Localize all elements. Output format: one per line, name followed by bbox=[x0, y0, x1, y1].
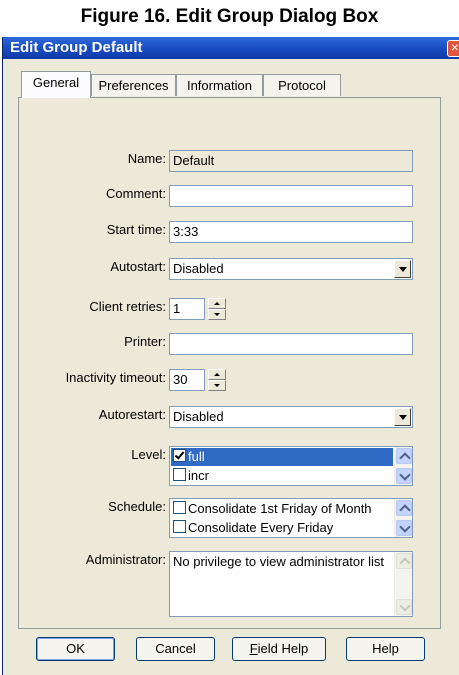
schedule-label: Schedule: bbox=[108, 499, 166, 514]
name-field: Default bbox=[169, 150, 413, 172]
list-item-label: Consolidate 1st Friday of Month bbox=[188, 501, 372, 516]
spin-up-icon[interactable] bbox=[208, 298, 226, 309]
close-icon: ✕ bbox=[450, 43, 459, 54]
tab-information[interactable]: Information bbox=[176, 74, 263, 96]
level-listbox[interactable]: full incr bbox=[169, 446, 413, 486]
field-help-label: ield Help bbox=[257, 641, 309, 656]
list-item[interactable]: Consolidate Every Friday bbox=[171, 519, 393, 537]
list-item-label: Consolidate Every Friday bbox=[188, 520, 334, 535]
start-time-input[interactable]: 3:33 bbox=[169, 221, 413, 243]
tab-protocol[interactable]: Protocol bbox=[263, 74, 341, 96]
field-help-button[interactable]: Field Help bbox=[232, 637, 326, 661]
inactivity-timeout-input[interactable]: 30 bbox=[169, 369, 205, 391]
printer-label: Printer: bbox=[124, 334, 166, 349]
scroll-down-icon[interactable] bbox=[396, 468, 412, 484]
list-item[interactable]: incr bbox=[171, 467, 393, 485]
tab-information-label: Information bbox=[186, 78, 253, 93]
administrator-textarea[interactable]: No privilege to view administrator list bbox=[169, 551, 413, 617]
comment-input[interactable] bbox=[169, 185, 413, 207]
schedule-scrollbar[interactable] bbox=[394, 499, 412, 537]
tab-preferences[interactable]: Preferences bbox=[91, 74, 176, 96]
autostart-select[interactable]: Disabled bbox=[169, 258, 413, 280]
start-time-label: Start time: bbox=[106, 222, 166, 237]
chevron-down-icon[interactable] bbox=[394, 408, 411, 426]
list-item[interactable]: full bbox=[171, 448, 393, 466]
help-button[interactable]: Help bbox=[346, 637, 425, 661]
scroll-down-icon[interactable] bbox=[396, 599, 412, 615]
schedule-listbox[interactable]: Consolidate 1st Friday of Month Consolid… bbox=[169, 498, 413, 538]
list-item[interactable]: Consolidate 1st Friday of Month bbox=[171, 500, 393, 518]
chevron-down-icon[interactable] bbox=[394, 260, 411, 278]
figure-caption: Figure 16. Edit Group Dialog Box bbox=[80, 6, 379, 27]
autorestart-select[interactable]: Disabled bbox=[169, 406, 413, 428]
tab-general-label: General bbox=[32, 75, 80, 90]
checkbox-icon[interactable] bbox=[173, 501, 186, 514]
scroll-up-icon[interactable] bbox=[396, 500, 412, 516]
general-panel: Name: Default Comment: Start time: 3:33 … bbox=[18, 97, 441, 629]
client-retries-label: Client retries: bbox=[89, 299, 166, 314]
spin-down-icon[interactable] bbox=[208, 309, 226, 320]
printer-input[interactable] bbox=[169, 333, 413, 355]
level-label: Level: bbox=[131, 447, 166, 462]
checkbox-icon[interactable] bbox=[173, 468, 186, 481]
ok-button[interactable]: OK bbox=[36, 637, 115, 661]
tab-preferences-label: Preferences bbox=[98, 78, 169, 93]
tab-general[interactable]: General bbox=[21, 71, 91, 98]
name-label: Name: bbox=[127, 151, 166, 166]
cancel-button[interactable]: Cancel bbox=[136, 637, 215, 661]
list-item-label: full bbox=[188, 449, 205, 464]
inactivity-timeout-stepper[interactable] bbox=[208, 369, 226, 391]
checkbox-icon[interactable] bbox=[173, 520, 186, 533]
list-item-label: incr bbox=[188, 468, 209, 483]
comment-label: Comment: bbox=[106, 186, 166, 201]
administrator-label: Administrator: bbox=[85, 552, 166, 567]
scroll-up-icon[interactable] bbox=[396, 448, 412, 464]
window-title: Edit Group Default bbox=[10, 39, 143, 56]
client-retries-stepper[interactable] bbox=[208, 298, 226, 320]
scroll-down-icon[interactable] bbox=[396, 520, 412, 536]
checkbox-checked-icon[interactable] bbox=[173, 449, 186, 462]
level-scrollbar[interactable] bbox=[394, 447, 412, 485]
autorestart-label: Autorestart: bbox=[98, 407, 166, 422]
inactivity-timeout-label: Inactivity timeout: bbox=[65, 370, 166, 385]
scroll-up-icon[interactable] bbox=[396, 553, 412, 569]
autostart-label: Autostart: bbox=[110, 259, 166, 274]
tab-protocol-label: Protocol bbox=[278, 78, 326, 93]
title-bar[interactable]: Edit Group Default ✕ bbox=[3, 37, 459, 59]
spin-up-icon[interactable] bbox=[208, 369, 226, 380]
spin-down-icon[interactable] bbox=[208, 380, 226, 391]
field-help-accesskey: F bbox=[249, 641, 258, 656]
autorestart-value: Disabled bbox=[173, 409, 224, 424]
edit-group-dialog: Edit Group Default ✕ General Preferences… bbox=[2, 37, 459, 675]
administrator-scrollbar[interactable] bbox=[394, 552, 412, 616]
administrator-text: No privilege to view administrator list bbox=[173, 554, 384, 569]
autostart-value: Disabled bbox=[173, 261, 224, 276]
client-retries-input[interactable]: 1 bbox=[169, 298, 205, 320]
close-button[interactable]: ✕ bbox=[447, 40, 459, 57]
